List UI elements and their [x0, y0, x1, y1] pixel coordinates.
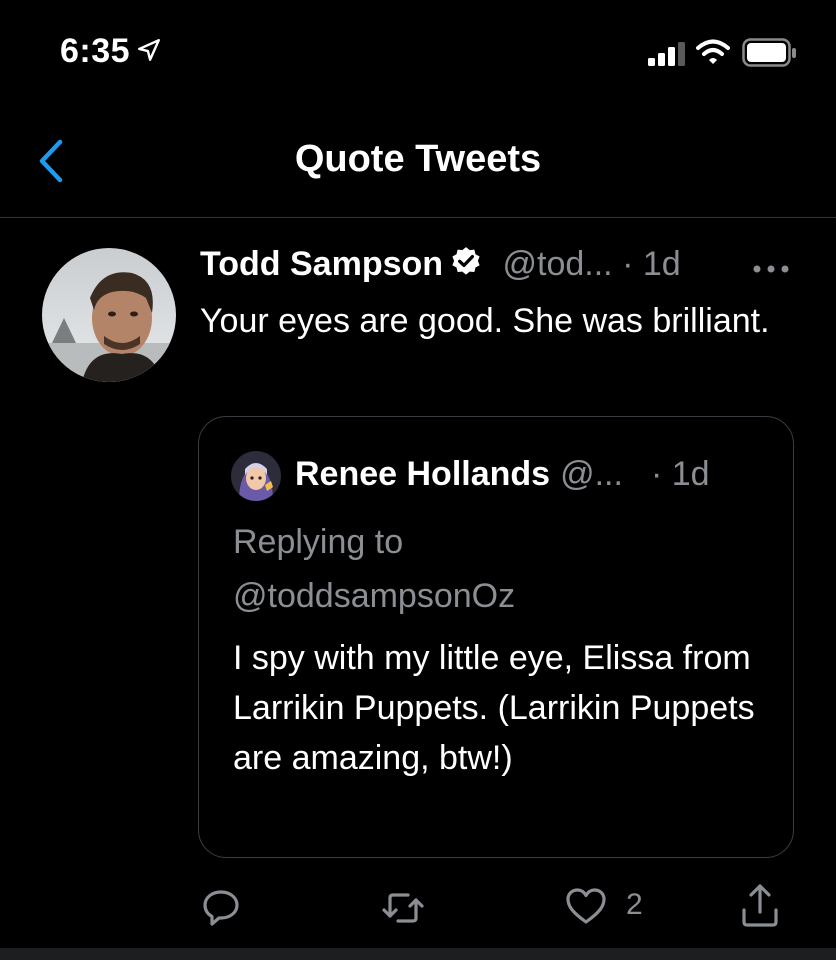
quote-text: I spy with my little eye, Elissa from La… [233, 639, 755, 777]
tweet-header: Todd Sampson @tod... · 1d [200, 245, 800, 291]
heart-icon[interactable] [564, 878, 608, 938]
battery-icon [742, 38, 796, 67]
wifi-icon [696, 39, 730, 64]
action-bar: 2 [0, 878, 836, 938]
page-title: Quote Tweets [294, 138, 542, 180]
replying-to-label: Replying to [233, 523, 404, 561]
retweet-icon[interactable] [380, 878, 426, 938]
quote-avatar [231, 451, 281, 501]
bottom-divider [0, 948, 836, 960]
like-count: 2 [626, 888, 643, 921]
tweet-time[interactable]: 1d [643, 245, 681, 283]
reply-bubble-icon[interactable] [200, 878, 242, 938]
status-time: 6:35 [60, 32, 131, 70]
separator-dot: · [622, 245, 634, 283]
nav-header: Quote Tweets [0, 100, 836, 218]
quoted-tweet-card[interactable]: Renee Hollands @... · 1d Replying to @todd… [198, 416, 794, 858]
replying-to-handle[interactable]: @toddsampsonOz [233, 569, 773, 623]
verified-badge-icon [452, 247, 480, 275]
quote-header: Renee Hollands @... · 1d [295, 455, 775, 494]
avatar[interactable] [42, 248, 176, 382]
share-icon[interactable] [738, 878, 782, 938]
quote-time: · 1d [650, 455, 710, 493]
author-name[interactable]: Todd Sampson [200, 245, 443, 283]
replying-to: Replying to @toddsampsonOz [233, 515, 773, 623]
author-handle[interactable]: @tod... [502, 245, 612, 283]
tweet[interactable]: Todd Sampson @tod... · 1d Your eyes are … [0, 218, 836, 948]
status-bar: 6:35 [0, 0, 836, 100]
location-arrow-icon [138, 39, 160, 61]
more-options-icon[interactable] [750, 262, 792, 276]
quote-author-name: Renee Hollands [295, 455, 551, 493]
quote-author-handle: @... [560, 455, 623, 493]
tweet-text: Your eyes are good. She was brilliant. [200, 302, 770, 340]
signal-bars-icon [648, 42, 685, 66]
